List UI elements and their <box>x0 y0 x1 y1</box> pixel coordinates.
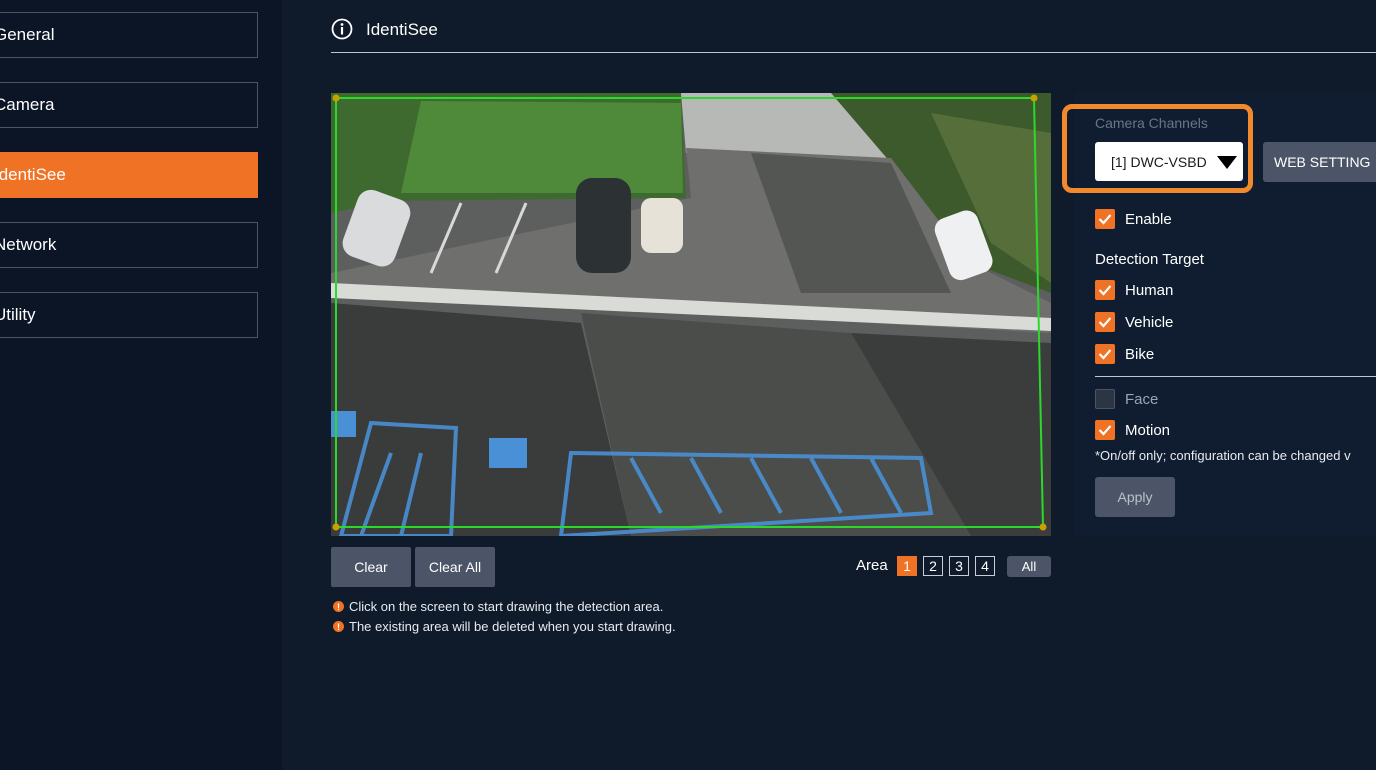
vehicle-label: Vehicle <box>1125 313 1174 331</box>
sidebar: General Camera IdentiSee Network Utility <box>0 0 282 770</box>
onoff-note: *On/off only; configuration can be chang… <box>1095 448 1351 463</box>
page-title: IdentiSee <box>366 20 438 39</box>
camera-feed-image[interactable] <box>331 93 1051 536</box>
bike-row: Bike <box>1095 344 1154 364</box>
face-row: Face <box>1095 389 1158 409</box>
hint-text: The existing area will be deleted when y… <box>349 619 676 634</box>
sidebar-item-network[interactable]: Network <box>0 222 258 268</box>
sidebar-item-camera[interactable]: Camera <box>0 82 258 128</box>
apply-button[interactable]: Apply <box>1095 477 1175 517</box>
motion-row: Motion <box>1095 420 1170 440</box>
camera-channel-value: [1] DWC-VSBD <box>1111 153 1207 170</box>
area-1-button[interactable]: 1 <box>897 556 917 576</box>
web-setting-button[interactable]: WEB SETTING <box>1263 142 1376 182</box>
enable-checkbox[interactable] <box>1095 209 1115 229</box>
vehicle-checkbox[interactable] <box>1095 312 1115 332</box>
vehicle-row: Vehicle <box>1095 312 1173 332</box>
face-label: Face <box>1125 390 1159 408</box>
face-checkbox[interactable] <box>1095 389 1115 409</box>
checkmark-icon <box>1098 317 1112 328</box>
hint-text: Click on the screen to start drawing the… <box>349 599 664 614</box>
camera-video-feed[interactable] <box>331 93 1051 536</box>
info-dot-icon: ! <box>333 601 344 612</box>
enable-label: Enable <box>1125 210 1172 228</box>
area-2-button[interactable]: 2 <box>923 556 943 576</box>
info-icon <box>331 18 353 40</box>
info-dot-icon: ! <box>333 621 344 632</box>
motion-checkbox[interactable] <box>1095 420 1115 440</box>
sidebar-item-label: IdentiSee <box>0 165 66 184</box>
sidebar-item-label: Network <box>0 235 57 254</box>
sidebar-item-label: Utility <box>0 305 36 324</box>
hint-draw: ! Click on the screen to start drawing t… <box>333 599 663 614</box>
checkmark-icon <box>1098 214 1112 225</box>
camera-channel-select[interactable]: [1] DWC-VSBD <box>1095 142 1243 181</box>
checkmark-icon <box>1098 425 1112 436</box>
page-header: IdentiSee <box>331 18 1376 53</box>
hint-delete: ! The existing area will be deleted when… <box>333 619 676 634</box>
sidebar-item-identisee[interactable]: IdentiSee <box>0 152 258 198</box>
clear-button[interactable]: Clear <box>331 547 411 587</box>
detection-target-label: Detection Target <box>1095 251 1204 268</box>
sidebar-item-general[interactable]: General <box>0 12 258 58</box>
enable-row: Enable <box>1095 209 1172 229</box>
sidebar-item-label: Camera <box>0 95 55 114</box>
motion-label: Motion <box>1125 421 1171 439</box>
checkmark-icon <box>1098 349 1112 360</box>
dropdown-caret-icon <box>1217 156 1237 169</box>
divider <box>1095 376 1376 377</box>
sidebar-item-label: General <box>0 25 55 44</box>
area-all-button[interactable]: All <box>1007 556 1051 577</box>
human-row: Human <box>1095 280 1173 300</box>
human-checkbox[interactable] <box>1095 280 1115 300</box>
bike-label: Bike <box>1125 345 1155 363</box>
area-3-button[interactable]: 3 <box>949 556 969 576</box>
area-label: Area <box>856 557 888 574</box>
clear-all-button[interactable]: Clear All <box>415 547 495 587</box>
sidebar-item-utility[interactable]: Utility <box>0 292 258 338</box>
area-4-button[interactable]: 4 <box>975 556 995 576</box>
camera-channels-label: Camera Channels <box>1095 115 1208 131</box>
bike-checkbox[interactable] <box>1095 344 1115 364</box>
checkmark-icon <box>1098 285 1112 296</box>
human-label: Human <box>1125 281 1174 299</box>
